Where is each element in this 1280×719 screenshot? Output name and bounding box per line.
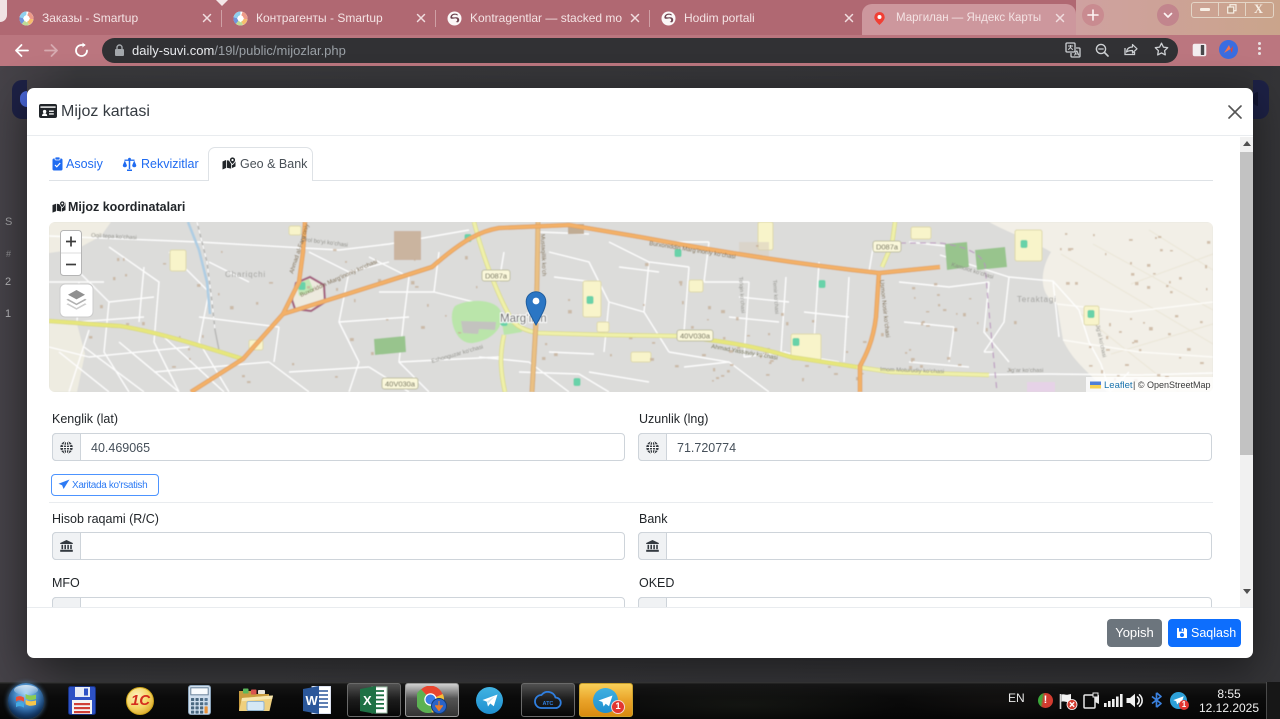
svg-text:ATC: ATC — [543, 701, 554, 707]
svg-text:X: X — [363, 693, 372, 708]
svg-text:| © OpenStreetMap: | © OpenStreetMap — [1133, 380, 1211, 390]
svg-text:Leaflet: Leaflet — [1104, 380, 1133, 391]
svg-text:W: W — [306, 693, 319, 708]
